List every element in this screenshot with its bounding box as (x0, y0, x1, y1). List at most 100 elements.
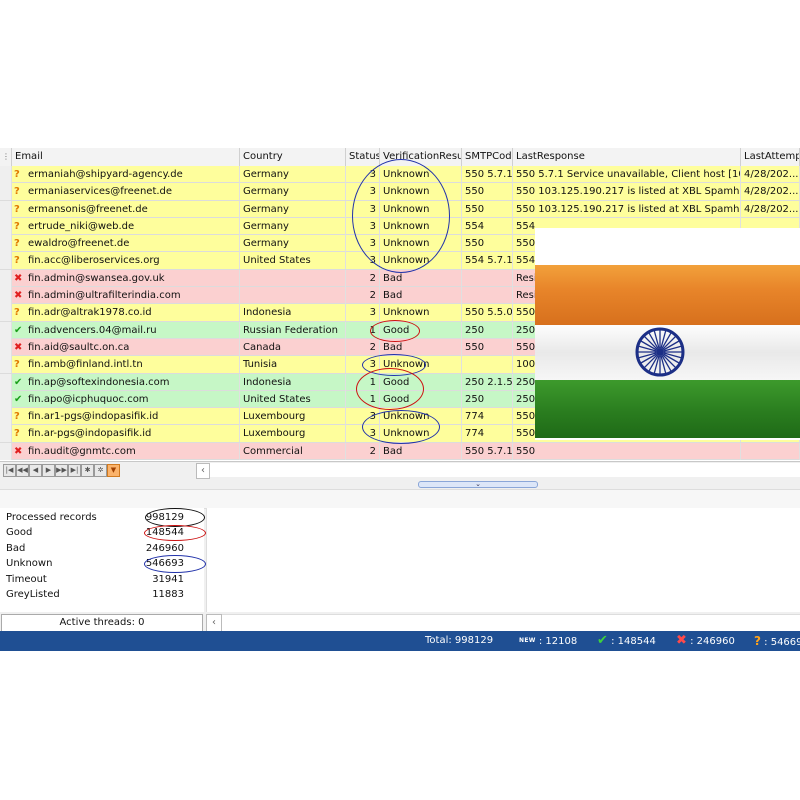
cell-smtp-code[interactable]: 554 (462, 217, 513, 235)
cell-country[interactable]: Germany (240, 217, 346, 235)
row-indicator[interactable] (0, 166, 12, 183)
first-page-button[interactable]: |◀ (3, 464, 16, 477)
cell-last-response[interactable]: 550 5.7.1 Service unavailable, Client ho… (513, 166, 741, 183)
cell-last-response[interactable]: 550 (513, 442, 741, 460)
cell-smtp-code[interactable]: 774 (462, 425, 513, 443)
cell-country[interactable]: Commercial (240, 442, 346, 460)
last-page-button[interactable]: ▶| (68, 464, 81, 477)
cell-email[interactable]: fin.adr@altrak1978.co.id (28, 304, 240, 322)
cell-email[interactable]: fin.admin@ultrafilterindia.com (28, 287, 240, 305)
cell-verification-result[interactable]: Unknown (380, 304, 462, 322)
horizontal-scrollbar[interactable] (210, 463, 800, 477)
cell-smtp-code[interactable] (462, 356, 513, 374)
cell-last-response[interactable]: 550 103.125.190.217 is listed at XBL Spa… (513, 200, 741, 218)
cell-smtp-code[interactable]: 774 (462, 408, 513, 426)
cell-verification-result[interactable]: Bad (380, 287, 462, 305)
column-header-smtp-code[interactable]: SMTPCode (462, 148, 513, 166)
cell-country[interactable]: Russian Federation (240, 321, 346, 339)
cell-smtp-code[interactable]: 554 5.7.1 (462, 252, 513, 270)
cell-country[interactable]: United States (240, 252, 346, 270)
cell-email[interactable]: ermansonis@freenet.de (28, 200, 240, 218)
cell-status[interactable]: 2 (346, 269, 380, 287)
cell-email[interactable]: ertrude_niki@web.de (28, 217, 240, 235)
column-header-last-attempt[interactable]: LastAttempt (741, 148, 800, 166)
row-indicator[interactable] (0, 287, 12, 305)
cell-status[interactable]: 3 (346, 304, 380, 322)
cell-email[interactable]: fin.audit@gnmtc.com (28, 442, 240, 460)
column-chooser-icon[interactable]: ⋮⋮ (0, 148, 12, 166)
log-scroll-left-button[interactable]: ‹ (206, 614, 222, 632)
cell-smtp-code[interactable]: 550 (462, 183, 513, 201)
cell-country[interactable]: Germany (240, 166, 346, 183)
cell-email[interactable]: fin.admin@swansea.gov.uk (28, 269, 240, 287)
row-indicator[interactable] (0, 304, 12, 322)
cell-country[interactable]: Canada (240, 338, 346, 356)
cell-smtp-code[interactable]: 550 (462, 235, 513, 253)
row-indicator[interactable] (0, 356, 12, 374)
row-indicator[interactable] (0, 321, 12, 339)
next-page-button[interactable]: ▶▶ (55, 464, 68, 477)
cell-last-attempt[interactable]: 4/28/202... (741, 166, 800, 183)
cell-email[interactable]: fin.aid@saultc.on.ca (28, 338, 240, 356)
cell-email[interactable]: ewaldro@freenet.de (28, 235, 240, 253)
insert-record-button[interactable]: ✱ (81, 464, 94, 477)
cell-last-response[interactable]: 550 103.125.190.217 is listed at XBL Spa… (513, 183, 741, 201)
cell-status[interactable]: 2 (346, 442, 380, 460)
row-indicator[interactable] (0, 183, 12, 201)
row-indicator[interactable] (0, 338, 12, 356)
next-record-button[interactable]: ▶ (42, 464, 55, 477)
row-indicator[interactable] (0, 235, 12, 253)
row-indicator[interactable] (0, 408, 12, 426)
cell-email[interactable]: fin.ar1-pgs@indopasifik.id (28, 408, 240, 426)
scroll-left-button[interactable]: ‹ (196, 463, 210, 479)
cell-country[interactable]: Indonesia (240, 304, 346, 322)
column-header-status[interactable]: Status (346, 148, 380, 166)
column-header-email[interactable]: Email (12, 148, 240, 166)
row-indicator[interactable] (0, 390, 12, 408)
row-indicator[interactable] (0, 425, 12, 443)
cell-country[interactable]: Luxembourg (240, 408, 346, 426)
cell-status[interactable]: 2 (346, 338, 380, 356)
cell-email[interactable]: fin.apo@icphuquoc.com (28, 390, 240, 408)
cell-last-attempt[interactable]: 4/28/202... (741, 183, 800, 201)
cell-email[interactable]: fin.advencers.04@mail.ru (28, 321, 240, 339)
cell-country[interactable]: Germany (240, 200, 346, 218)
cell-smtp-code[interactable]: 250 (462, 321, 513, 339)
cell-country[interactable]: Tunisia (240, 356, 346, 374)
cell-email[interactable]: fin.ap@softexindonesia.com (28, 373, 240, 391)
cell-country[interactable] (240, 287, 346, 305)
row-indicator[interactable] (0, 200, 12, 218)
cell-email[interactable]: fin.acc@liberoservices.org (28, 252, 240, 270)
cell-country[interactable] (240, 269, 346, 287)
cell-country[interactable]: Germany (240, 183, 346, 201)
cell-smtp-code[interactable]: 550 (462, 200, 513, 218)
cell-verification-result[interactable]: Bad (380, 269, 462, 287)
cell-email[interactable]: fin.amb@finland.intl.tn (28, 356, 240, 374)
cell-country[interactable]: United States (240, 390, 346, 408)
row-indicator[interactable] (0, 373, 12, 391)
panel-splitter[interactable]: ⌄ (418, 481, 538, 488)
cell-status[interactable]: 2 (346, 287, 380, 305)
cell-email[interactable]: ermaniah@shipyard-agency.de (28, 166, 240, 183)
row-indicator[interactable] (0, 217, 12, 235)
cell-country[interactable]: Indonesia (240, 373, 346, 391)
cell-country[interactable]: Luxembourg (240, 425, 346, 443)
cell-email[interactable]: fin.ar-pgs@indopasifik.id (28, 425, 240, 443)
filter-icon[interactable]: ▼ (107, 464, 120, 477)
cell-last-attempt[interactable] (741, 442, 800, 460)
cell-smtp-code[interactable]: 550 5.7.1 (462, 166, 513, 183)
cell-smtp-code[interactable]: 550 (462, 338, 513, 356)
cell-country[interactable]: Germany (240, 235, 346, 253)
cell-smtp-code[interactable] (462, 287, 513, 305)
cell-last-attempt[interactable]: 4/28/202... (741, 200, 800, 218)
cell-smtp-code[interactable]: 550 5.5.0 (462, 304, 513, 322)
column-header-last-response[interactable]: LastResponse (513, 148, 741, 166)
prev-page-button[interactable]: ◀◀ (16, 464, 29, 477)
cell-email[interactable]: ermaniaservices@freenet.de (28, 183, 240, 201)
row-indicator[interactable] (0, 269, 12, 287)
cell-smtp-code[interactable]: 550 5.7.1 (462, 442, 513, 460)
row-indicator[interactable] (0, 442, 12, 460)
cell-smtp-code[interactable]: 250 (462, 390, 513, 408)
table-row[interactable]: ✖ fin.audit@gnmtc.com Commercial 2 Bad 550 5.… (0, 442, 800, 461)
prev-record-button[interactable]: ◀ (29, 464, 42, 477)
